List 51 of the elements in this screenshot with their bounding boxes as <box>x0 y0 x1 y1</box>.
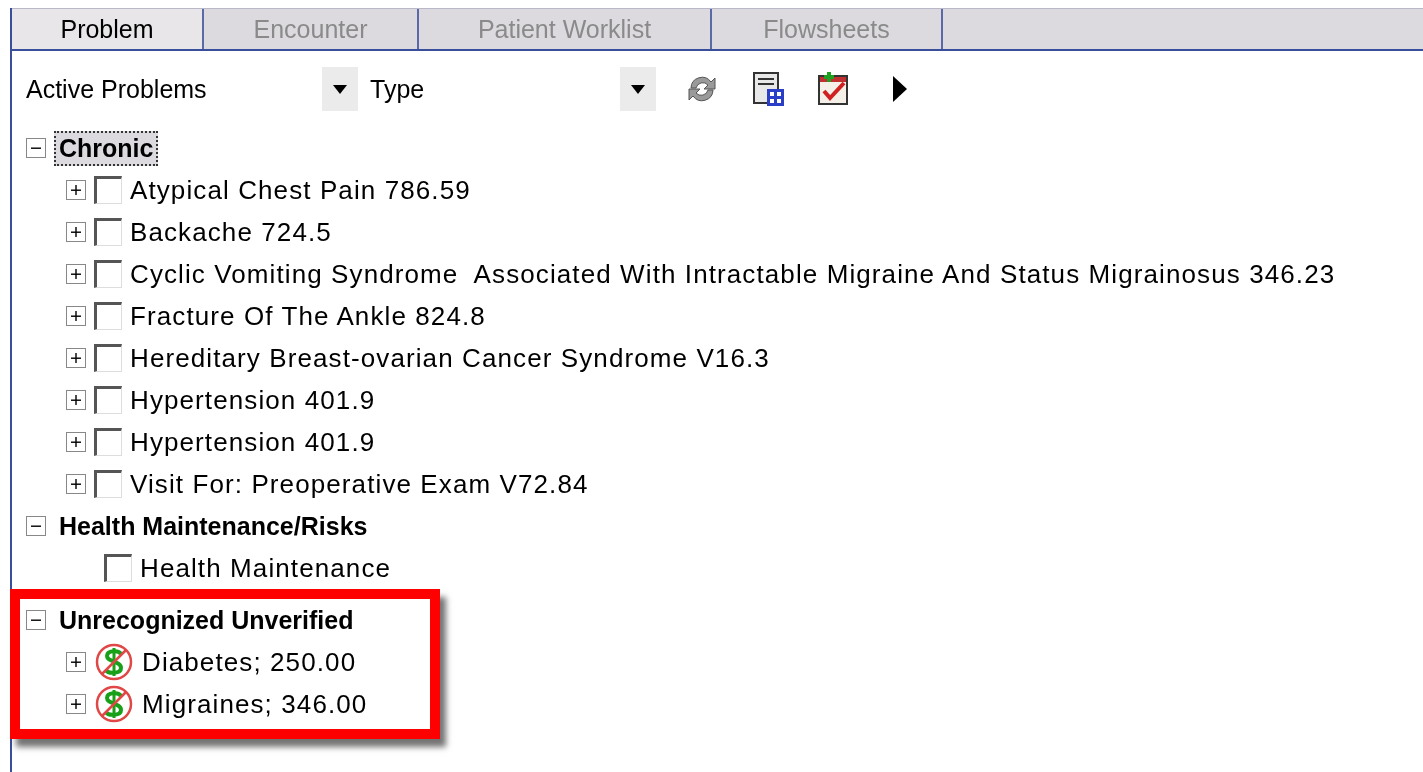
problem-item[interactable]: Hereditary Breast-ovarian Cancer Syndrome V16.3 <box>130 342 770 374</box>
group-heading[interactable]: Health Maintenance/Risks <box>54 508 373 544</box>
problem-item[interactable]: Atypical Chest Pain 786.59 <box>130 174 471 206</box>
plus-icon <box>70 226 82 238</box>
sort-dropdown[interactable]: Type <box>362 65 656 113</box>
plus-icon <box>70 310 82 322</box>
expand-button[interactable] <box>66 390 86 410</box>
tab[interactable]: Problem <box>12 9 204 49</box>
collapse-button[interactable] <box>26 610 46 630</box>
plus-icon <box>70 698 82 710</box>
expand-button[interactable] <box>66 474 86 494</box>
plus-icon <box>70 436 82 448</box>
checkbox[interactable] <box>94 344 122 372</box>
checkbox[interactable] <box>94 302 122 330</box>
checkbox[interactable] <box>94 386 122 414</box>
checkbox[interactable] <box>94 176 122 204</box>
group-heading[interactable]: Unrecognized Unverified <box>54 602 359 638</box>
problem-item[interactable]: Health Maintenance <box>140 552 392 584</box>
filter-dropdown[interactable]: Active Problems <box>18 65 358 113</box>
expand-button[interactable] <box>66 264 86 284</box>
expand-button[interactable] <box>66 652 86 672</box>
checkbox[interactable] <box>94 260 122 288</box>
problem-item[interactable]: Migraines; 346.00 <box>142 688 368 720</box>
checkbox[interactable] <box>94 428 122 456</box>
expand-button[interactable] <box>66 306 86 326</box>
expand-button[interactable] <box>66 432 86 452</box>
problem-item[interactable]: Diabetes; 250.00 <box>142 646 357 678</box>
checkbox[interactable] <box>94 218 122 246</box>
collapse-button[interactable] <box>26 138 46 158</box>
problem-item[interactable]: Visit For: Preoperative Exam V72.84 <box>130 468 589 500</box>
plus-icon <box>70 268 82 280</box>
no-dollar-icon <box>94 684 134 724</box>
no-dollar-icon <box>94 642 134 682</box>
expand-button[interactable] <box>66 694 86 714</box>
expand-button[interactable] <box>66 222 86 242</box>
plus-icon <box>70 352 82 364</box>
expand-button[interactable] <box>66 348 86 368</box>
checkbox[interactable] <box>94 470 122 498</box>
problem-item[interactable]: Backache 724.5 <box>130 216 332 248</box>
plus-icon <box>70 184 82 196</box>
group-heading[interactable]: Chronic <box>54 130 159 166</box>
problem-item[interactable]: Hypertension 401.9 <box>130 384 376 416</box>
expand-button[interactable] <box>66 180 86 200</box>
plus-icon <box>70 656 82 668</box>
checkbox[interactable] <box>104 554 132 582</box>
problem-item[interactable]: Fracture Of The Ankle 824.8 <box>130 300 486 332</box>
problem-item[interactable]: Hypertension 401.9 <box>130 426 376 458</box>
plus-icon <box>70 478 82 490</box>
collapse-button[interactable] <box>26 516 46 536</box>
problem-item[interactable]: Cyclic Vomiting Syndrome Associated With Intractable Migraine And Status Migrainosus 346.23 <box>130 258 1336 290</box>
plus-icon <box>70 394 82 406</box>
